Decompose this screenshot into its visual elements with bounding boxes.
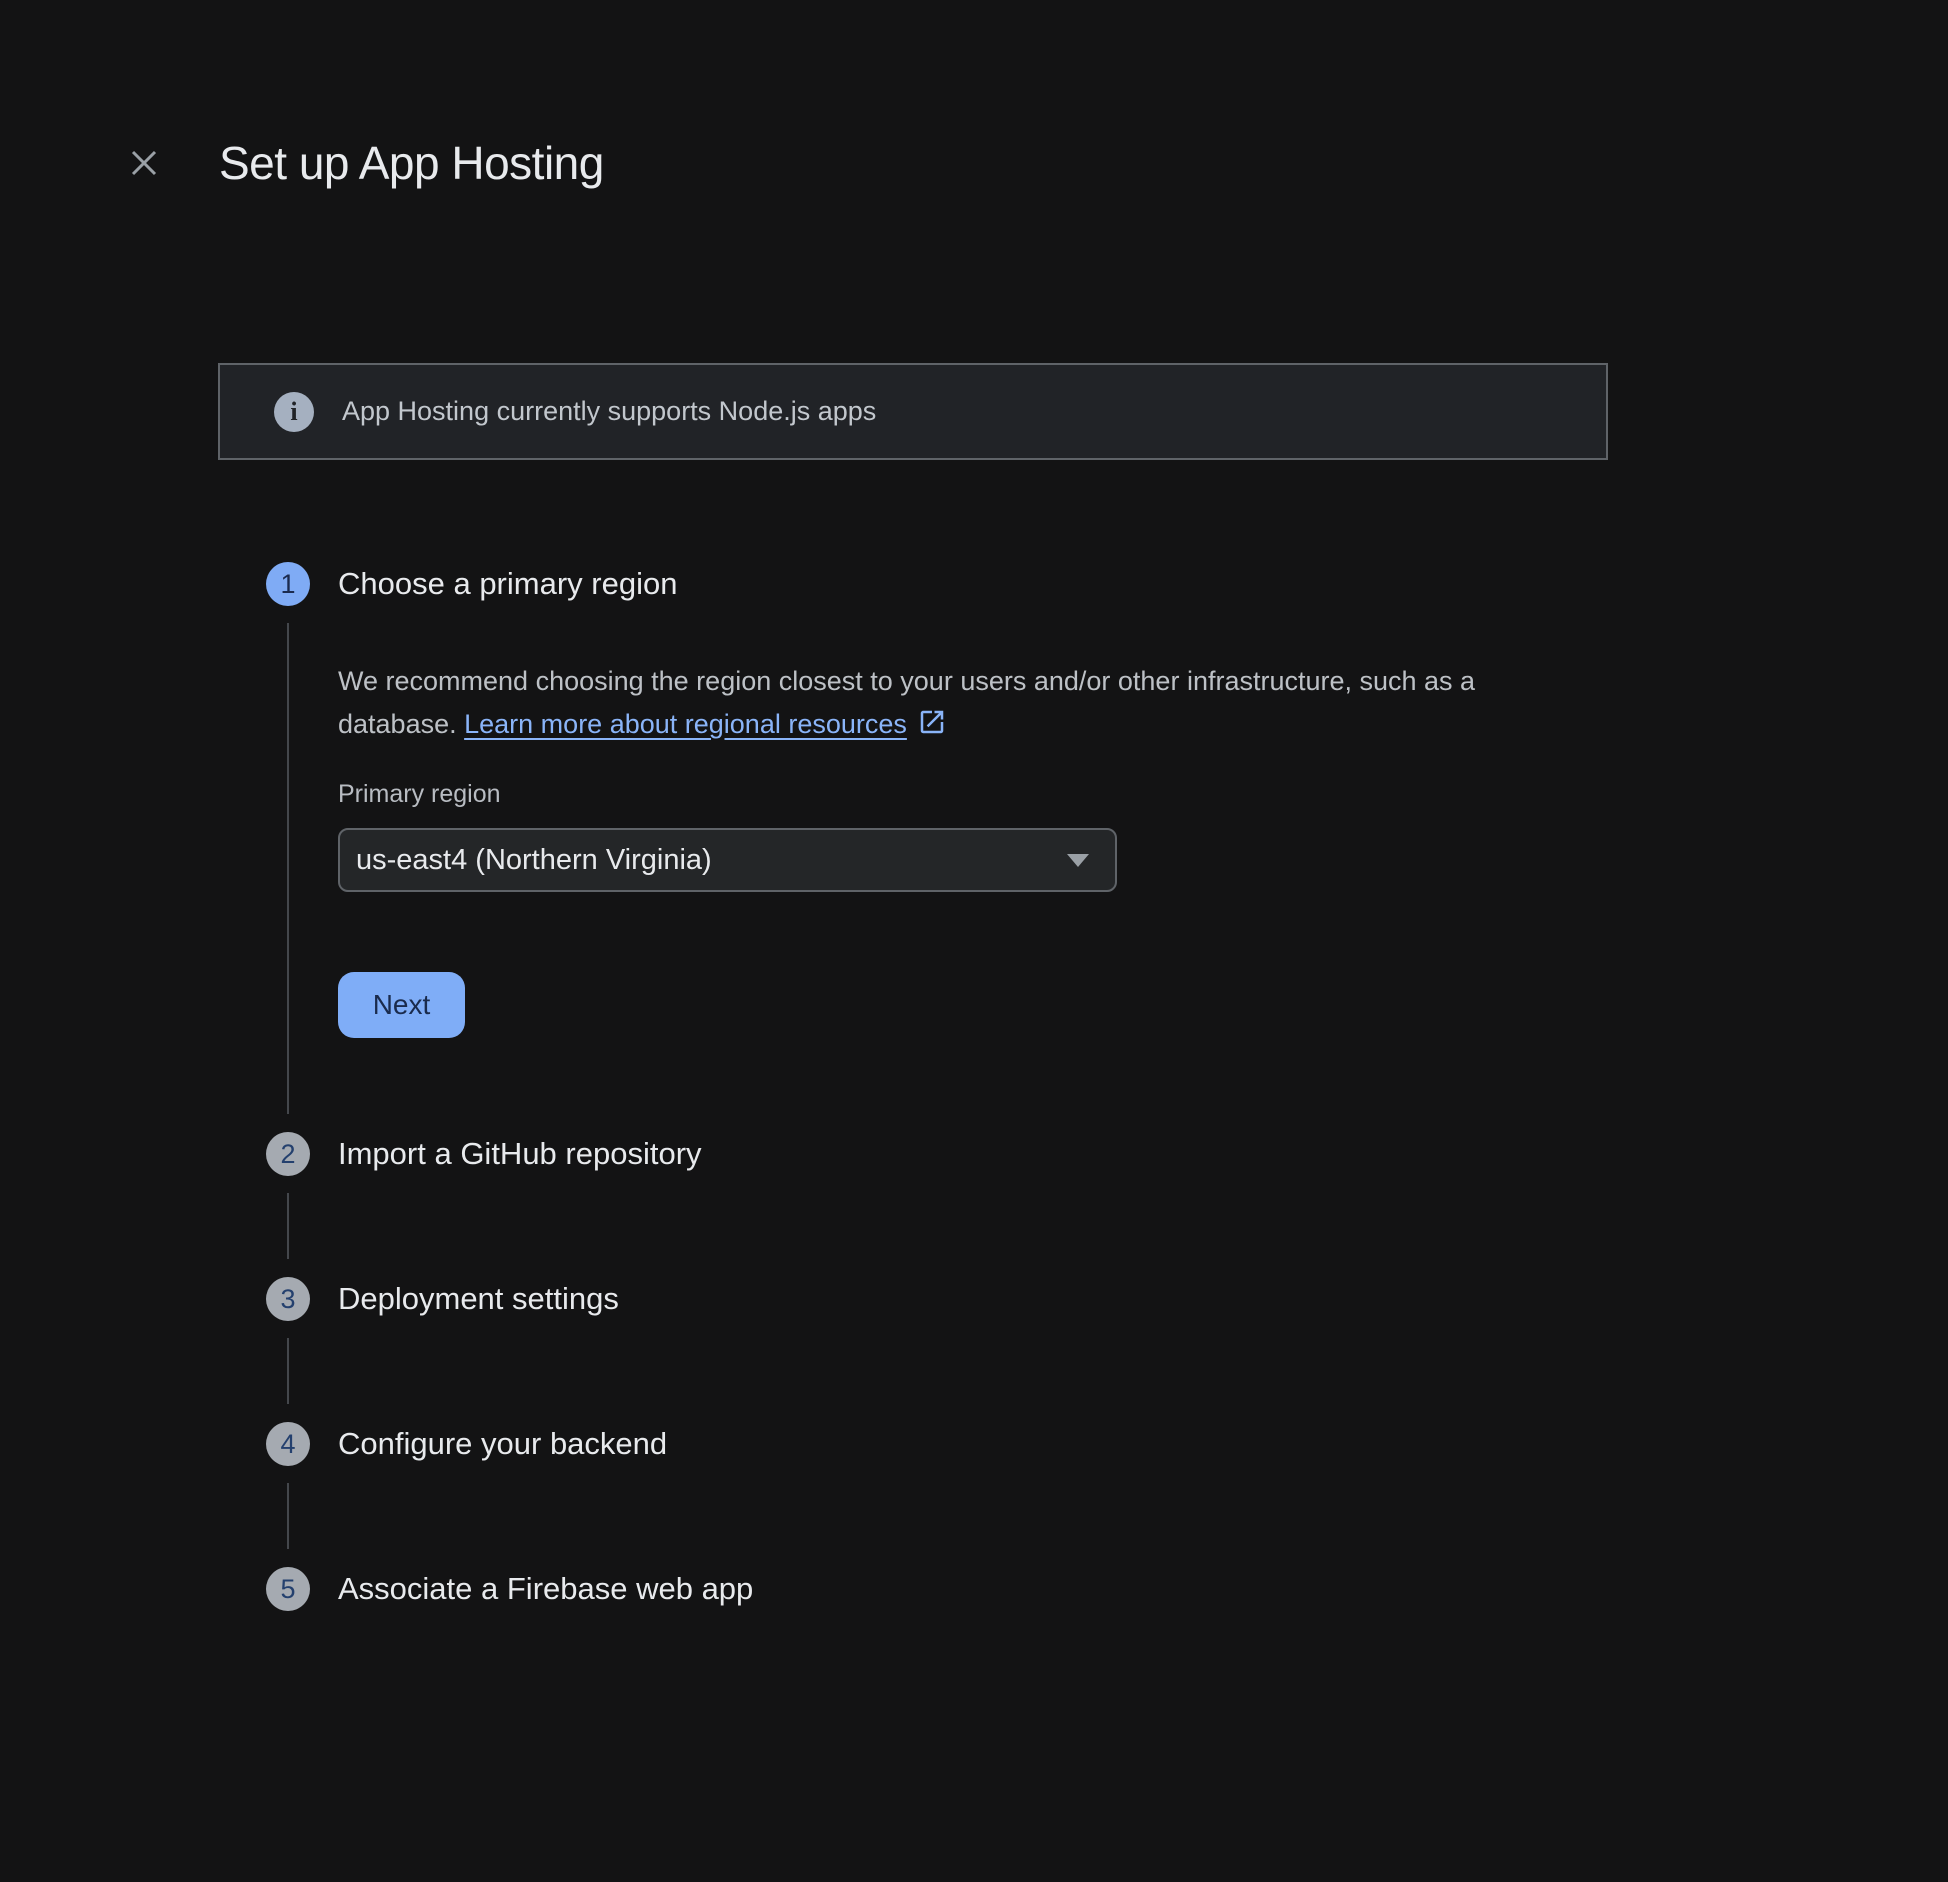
primary-region-select[interactable]: us-east4 (Northern Virginia): [338, 828, 1117, 892]
step-connector-line: [287, 1338, 289, 1404]
step-configure-your-backend: 4 Configure your backend: [266, 1422, 1948, 1567]
primary-region-selected-value: us-east4 (Northern Virginia): [356, 844, 712, 877]
close-button[interactable]: [120, 139, 168, 187]
dialog-header: Set up App Hosting: [120, 128, 1948, 198]
step-number-badge: 4: [266, 1422, 310, 1466]
step-choose-primary-region: 1 Choose a primary region We recommend c…: [266, 562, 1948, 1132]
step-connector-line: [287, 623, 289, 1114]
step-title: Import a GitHub repository: [338, 1132, 1948, 1176]
step-title: Associate a Firebase web app: [338, 1567, 1948, 1611]
step-title: Configure your backend: [338, 1422, 1948, 1466]
page-title: Set up App Hosting: [219, 136, 604, 190]
step-rail: 1: [266, 562, 310, 1132]
open-in-new-icon: [917, 707, 947, 750]
step-import-github-repository: 2 Import a GitHub repository: [266, 1132, 1948, 1277]
step-rail: 3: [266, 1277, 310, 1422]
step1-content: We recommend choosing the region closest…: [338, 660, 1948, 1132]
primary-region-label: Primary region: [338, 780, 1948, 809]
info-banner: i App Hosting currently supports Node.js…: [218, 363, 1608, 460]
region-description: We recommend choosing the region closest…: [338, 660, 1538, 750]
next-button[interactable]: Next: [338, 972, 465, 1038]
step-connector-line: [287, 1483, 289, 1549]
step-title: Choose a primary region: [338, 562, 1948, 606]
step-associate-firebase-web-app: 5 Associate a Firebase web app: [266, 1567, 1948, 1611]
step-rail: 2: [266, 1132, 310, 1277]
step-rail: 4: [266, 1422, 310, 1567]
setup-stepper: 1 Choose a primary region We recommend c…: [266, 562, 1948, 1731]
learn-more-link-label: Learn more about regional resources: [464, 709, 907, 739]
step-number-badge: 1: [266, 562, 310, 606]
step-number-badge: 2: [266, 1132, 310, 1176]
step-rail: 5: [266, 1567, 310, 1611]
step-number-badge: 5: [266, 1567, 310, 1611]
banner-message: App Hosting currently supports Node.js a…: [342, 396, 876, 427]
step-deployment-settings: 3 Deployment settings: [266, 1277, 1948, 1422]
info-icon: i: [274, 392, 314, 432]
dropdown-arrow-icon: [1067, 854, 1089, 867]
step-connector-line: [287, 1193, 289, 1259]
close-icon: [127, 146, 161, 180]
step-title: Deployment settings: [338, 1277, 1948, 1321]
learn-more-link[interactable]: Learn more about regional resources: [464, 709, 947, 739]
step-number-badge: 3: [266, 1277, 310, 1321]
